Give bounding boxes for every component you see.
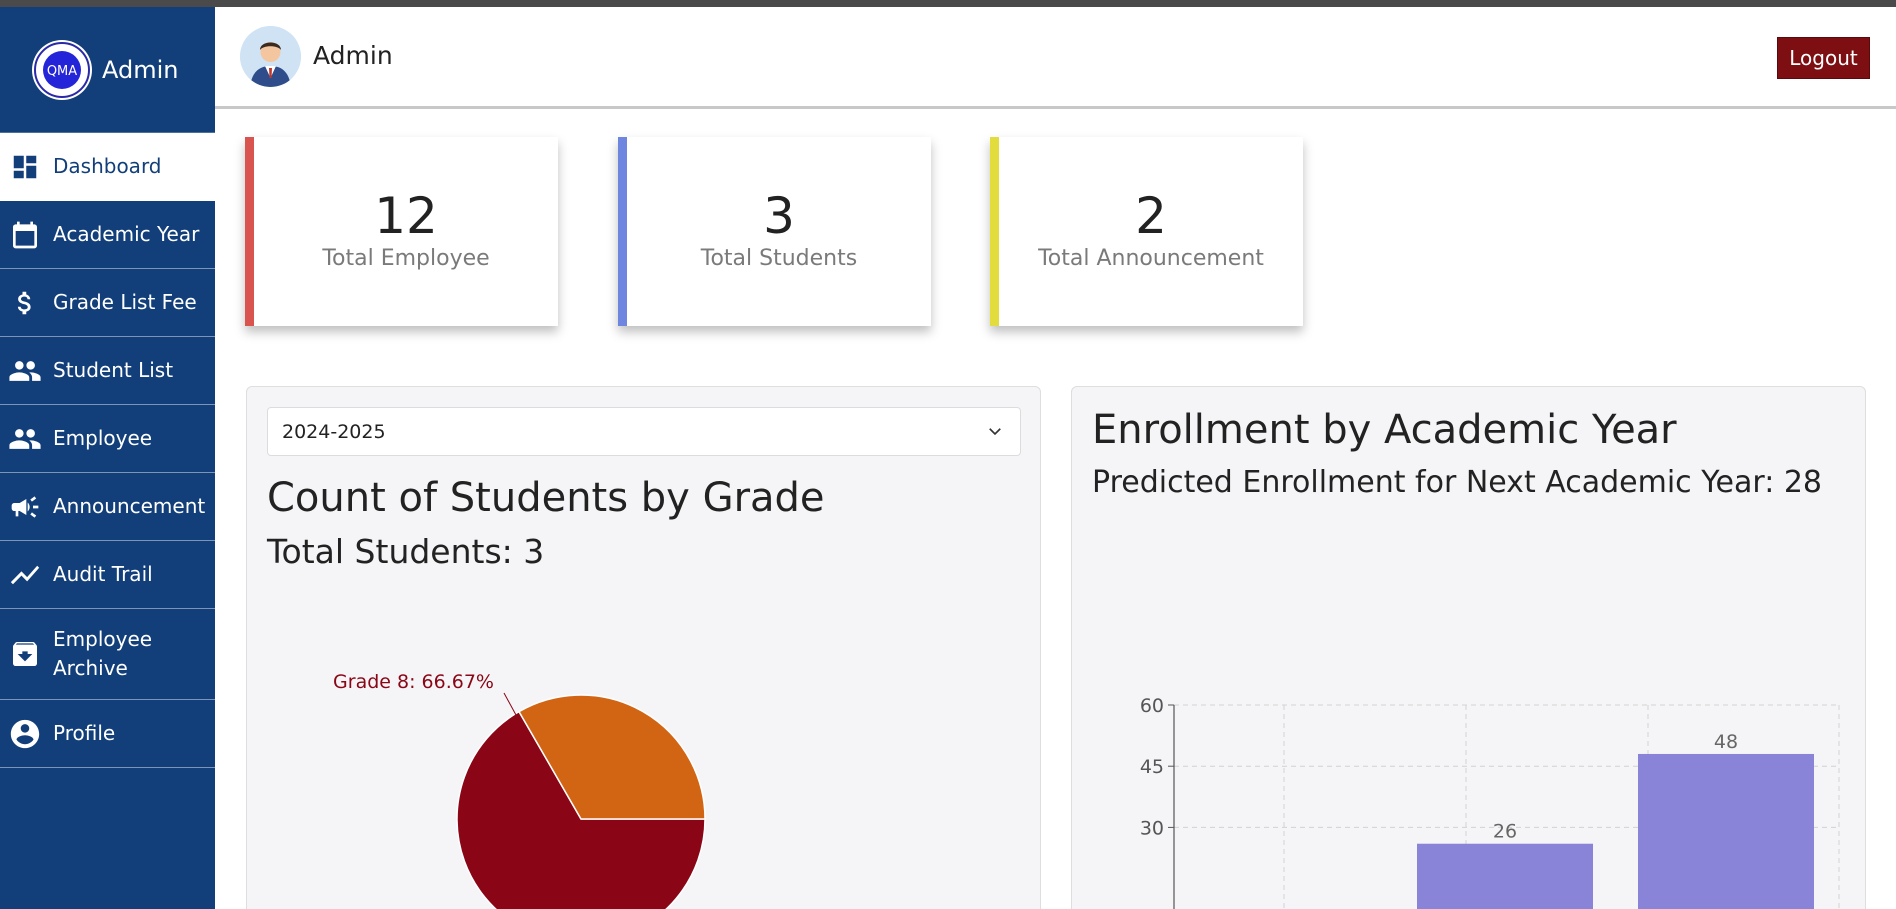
grade-chart-title: Count of Students by Grade [267, 475, 825, 521]
stat-value: 12 [374, 187, 438, 245]
people-icon [8, 354, 42, 388]
sidebar-item-profile[interactable]: Profile [0, 700, 215, 768]
sidebar-item-student-list[interactable]: Student List [0, 337, 215, 405]
archive-icon [8, 637, 42, 671]
enrollment-chart-panel: Enrollment by Academic Year Predicted En… [1071, 386, 1866, 909]
logo-lettering: QMA [47, 64, 77, 79]
window-top-strip [0, 0, 1896, 7]
sidebar-item-employee-archive[interactable]: Employee Archive [0, 609, 215, 700]
academic-year-select-value: 2024-2025 [282, 420, 386, 443]
trend-line-icon [8, 558, 42, 592]
sidebar-item-label: Employee Archive [53, 627, 153, 680]
sidebar-item-label: Announcement [53, 494, 206, 518]
sidebar-item-dashboard[interactable]: Dashboard [0, 133, 215, 201]
stat-card-total-announcement: 2 Total Announcement [990, 137, 1303, 326]
school-logo: QMA [32, 39, 92, 100]
sidebar-item-label: Grade List Fee [53, 290, 197, 314]
y-tick-label: 30 [1140, 817, 1164, 839]
stat-label: Total Employee [322, 246, 490, 271]
sidebar-item-grade-list-fee[interactable]: Grade List Fee [0, 269, 215, 337]
dollar-icon [8, 286, 42, 320]
brand: QMA Admin [0, 7, 215, 133]
logout-button[interactable]: Logout [1777, 37, 1870, 79]
sidebar-item-label: Employee [53, 426, 153, 450]
sidebar-item-announcement[interactable]: Announcement [0, 473, 215, 541]
y-tick-label: 45 [1140, 756, 1164, 778]
y-tick-label: 60 [1140, 695, 1164, 717]
sidebar-item-audit-trail[interactable]: Audit Trail [0, 541, 215, 609]
enrollment-bar-chart: 30 45 60 26 48 [1140, 695, 1840, 909]
stat-card-total-students: 3 Total Students [618, 137, 931, 326]
sidebar-item-label: Student List [53, 358, 174, 382]
avatar[interactable] [240, 26, 301, 87]
grade-chart-panel: 2024-2025 Count of Students by Grade Tot… [246, 386, 1041, 909]
chevron-down-icon [986, 422, 1004, 445]
stat-value: 3 [763, 187, 795, 245]
sidebar-item-label: Audit Trail [53, 562, 153, 586]
pie-label-leader [503, 692, 517, 716]
enrollment-bar[interactable] [1417, 843, 1593, 909]
account-circle-icon [8, 717, 42, 751]
brand-title: Admin [102, 55, 179, 84]
bar-data-label: 48 [1714, 731, 1738, 753]
sidebar-item-employee[interactable]: Employee [0, 405, 215, 473]
stat-card-total-employee: 12 Total Employee [245, 137, 558, 326]
academic-year-select[interactable]: 2024-2025 [267, 407, 1021, 456]
dashboard-icon [8, 150, 42, 184]
sidebar: QMA Admin Dashboard Academic Year Grade … [0, 7, 215, 909]
calendar-icon [8, 218, 42, 252]
stat-value: 2 [1135, 187, 1167, 245]
bar-data-label: 26 [1493, 821, 1517, 843]
sidebar-item-label: Academic Year [53, 222, 200, 246]
enrollment-bar[interactable] [1638, 753, 1814, 909]
stat-label: Total Students [700, 246, 858, 271]
grade-pie-chart: Grade 8: 66.67% [333, 671, 706, 909]
sidebar-item-academic-year[interactable]: Academic Year [0, 201, 215, 269]
header-user-name: Admin [313, 41, 393, 70]
sidebar-item-label: Dashboard [53, 154, 162, 178]
megaphone-icon [8, 490, 42, 524]
pie-data-label: Grade 8: 66.67% [333, 671, 494, 693]
top-header: Admin Logout [215, 7, 1896, 109]
people-icon [8, 422, 42, 456]
sidebar-item-label: Profile [53, 721, 116, 745]
stat-label: Total Announcement [1038, 246, 1264, 271]
grade-chart-subtitle: Total Students: 3 [267, 532, 545, 571]
